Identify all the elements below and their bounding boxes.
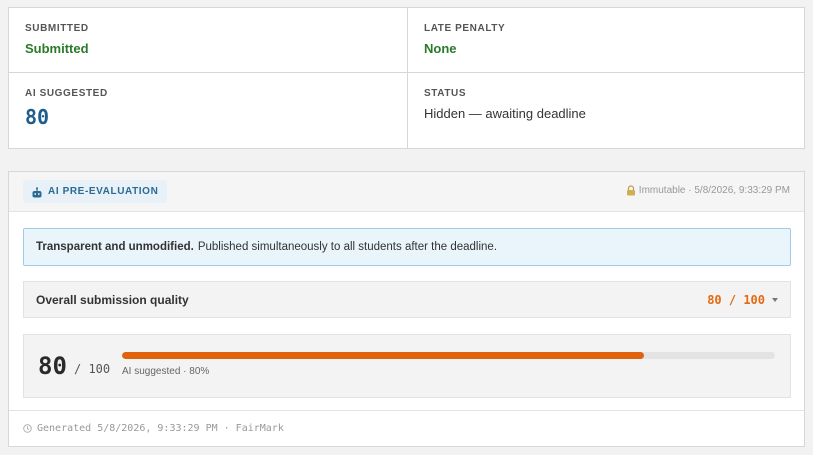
ai-suggested-cell: AI SUGGESTED 80	[9, 72, 407, 148]
submitted-cell: SUBMITTED Submitted	[9, 8, 407, 72]
status-value: Hidden — awaiting deadline	[424, 106, 586, 121]
notice-text: Published simultaneously to all students…	[197, 241, 498, 253]
criterion-score-toggle[interactable]: 80 / 100	[707, 293, 778, 307]
transparency-notice: Transparent and unmodified. Published si…	[23, 228, 791, 266]
status-cell: STATUS Hidden — awaiting deadline	[407, 72, 804, 148]
score-progress-bar	[122, 352, 775, 359]
ai-pre-evaluation-badge: AI PRE-EVALUATION	[23, 180, 168, 203]
immutable-indicator: Immutable · 5/8/2026, 9:33:29 PM	[626, 185, 790, 196]
generated-text: Generated 5/8/2026, 9:33:29 PM · FairMar…	[37, 423, 284, 434]
notice-strong: Transparent and unmodified.	[36, 241, 194, 253]
criterion-label: Overall submission quality	[36, 292, 189, 307]
lock-icon	[626, 185, 636, 196]
panel-footer: Generated 5/8/2026, 9:33:29 PM · FairMar…	[9, 410, 804, 446]
status-label: STATUS	[424, 88, 467, 99]
ai-pre-evaluation-label: AI PRE-EVALUATION	[48, 186, 159, 197]
robot-icon	[31, 186, 43, 198]
criterion-score: 80 / 100	[707, 292, 765, 307]
late-penalty-label: LATE PENALTY	[424, 23, 506, 34]
submitted-value: Submitted	[25, 41, 89, 56]
submission-summary: SUBMITTED Submitted LATE PENALTY None AI…	[8, 7, 805, 149]
clock-icon	[23, 424, 32, 433]
late-penalty-value: None	[424, 41, 457, 56]
chevron-down-icon[interactable]	[772, 297, 778, 302]
score-progress-fill	[122, 352, 645, 359]
score-value: 80	[38, 352, 67, 380]
submitted-label: SUBMITTED	[25, 23, 89, 34]
score-out-of: / 100	[74, 362, 111, 376]
ai-suggested-value: 80	[25, 105, 50, 129]
late-penalty-cell: LATE PENALTY None	[407, 8, 804, 72]
panel-header: AI PRE-EVALUATION Immutable · 5/8/2026, …	[9, 172, 804, 212]
score-caption: AI suggested · 80%	[122, 366, 210, 377]
immutable-text: Immutable · 5/8/2026, 9:33:29 PM	[638, 185, 790, 196]
score-summary-box: 80 / 100 AI suggested · 80%	[23, 334, 791, 398]
criterion-row-overall-quality[interactable]: Overall submission quality 80 / 100	[23, 281, 791, 318]
ai-evaluation-panel: AI PRE-EVALUATION Immutable · 5/8/2026, …	[8, 171, 805, 447]
ai-suggested-label: AI SUGGESTED	[25, 88, 108, 99]
